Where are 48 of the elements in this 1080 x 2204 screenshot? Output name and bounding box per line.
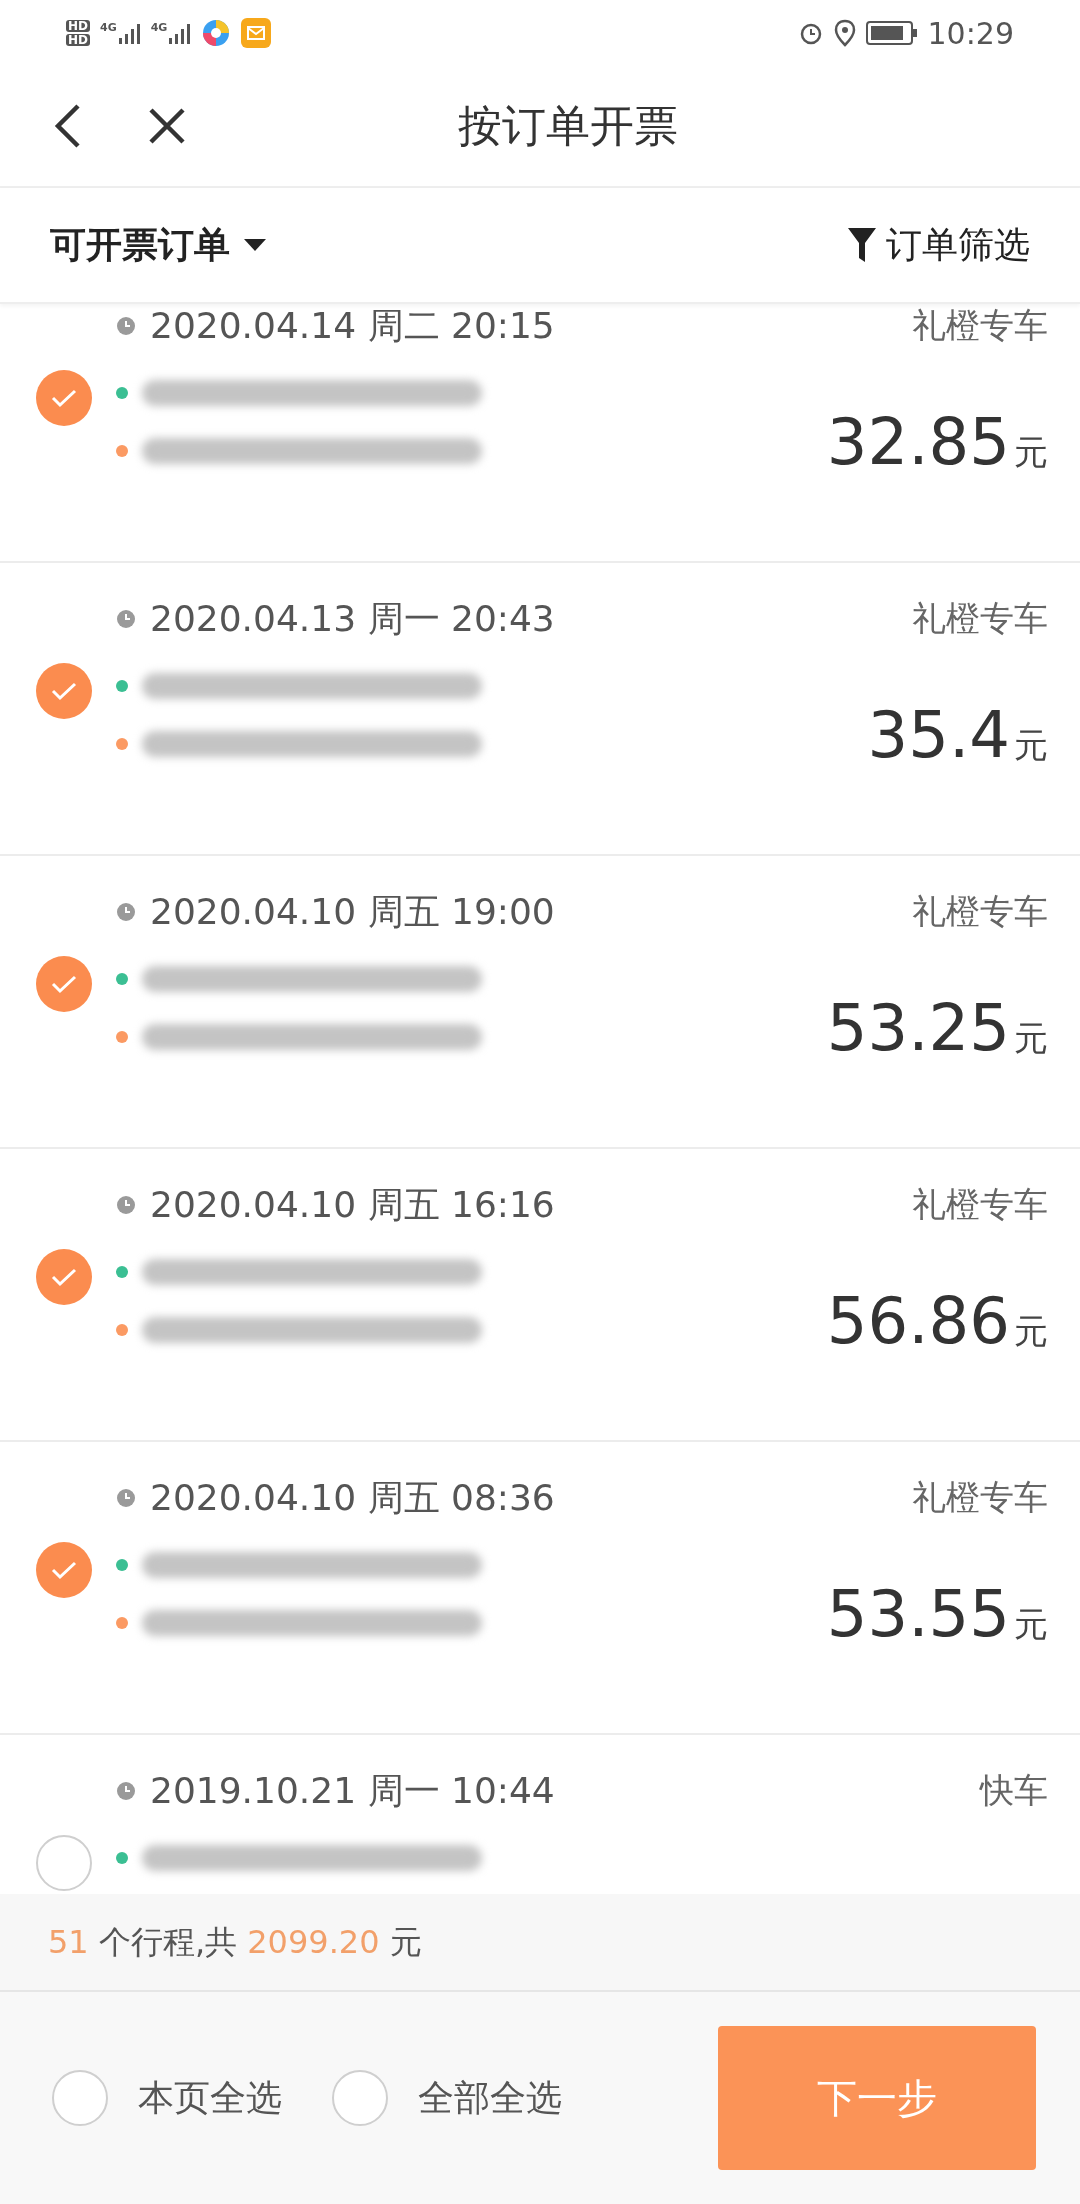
ride-type: 礼橙专车 — [912, 894, 1048, 928]
filter-button[interactable]: 订单筛选 — [848, 218, 1030, 272]
mail-icon — [241, 18, 272, 48]
select-all-label[interactable]: 全部全选 — [418, 2071, 562, 2125]
order-price: 53.55 — [826, 1582, 1010, 1646]
clock-icon — [116, 1781, 136, 1801]
clock-icon — [116, 316, 136, 336]
hd-badge: HD — [66, 20, 90, 32]
ride-type: 礼橙专车 — [912, 1187, 1048, 1221]
ride-type: 礼橙专车 — [912, 601, 1048, 635]
ride-type: 快车 — [980, 1773, 1048, 1807]
signal-icon — [118, 22, 141, 44]
select-all-label[interactable]: 本页全选 — [138, 2071, 282, 2125]
filter-icon — [848, 228, 876, 262]
clock-icon — [116, 609, 136, 629]
currency-unit: 元 — [1014, 1021, 1048, 1055]
currency-unit: 元 — [1014, 1314, 1048, 1348]
ride-type: 礼橙专车 — [912, 1480, 1048, 1514]
order-date: 2020.04.13 周一 20:43 — [150, 601, 555, 637]
currency-unit: 元 — [1014, 728, 1048, 762]
order-price: 35.4 — [867, 703, 1010, 767]
close-button[interactable] — [148, 106, 188, 146]
signal-icon — [169, 22, 192, 44]
clock-icon — [116, 902, 136, 922]
currency-unit: 元 — [1014, 435, 1048, 469]
location-icon — [833, 19, 856, 47]
clock-icon — [116, 1195, 136, 1215]
order-date: 2020.04.10 周五 08:36 — [150, 1480, 555, 1516]
order-date: 2019.10.21 周一 10:44 — [150, 1773, 555, 1809]
page-title: 按订单开票 — [458, 99, 678, 153]
battery-icon — [865, 20, 918, 46]
order-date: 2020.04.10 周五 16:16 — [150, 1187, 555, 1223]
order-date: 2020.04.10 周五 19:00 — [150, 894, 555, 930]
currency-unit: 元 — [1014, 1607, 1048, 1641]
order-price: 53.25 — [826, 996, 1010, 1060]
app-logo-icon — [201, 18, 232, 48]
status-time: 10:29 — [927, 14, 1014, 53]
network-label: 4G — [150, 22, 168, 33]
order-price: 32.85 — [826, 410, 1010, 474]
summary-text: 51 个行程,共 2099.20 元 — [48, 1922, 422, 1963]
clock-icon — [116, 1488, 136, 1508]
order-date: 2020.04.14 周二 20:15 — [150, 308, 555, 344]
ride-type: 礼橙专车 — [912, 308, 1048, 342]
dropdown-caret-icon — [244, 239, 266, 251]
order-type-dropdown[interactable]: 可开票订单 — [50, 218, 266, 272]
hd-badge: HD — [66, 34, 90, 46]
network-label: 4G — [100, 22, 117, 33]
order-price: 56.86 — [826, 1289, 1010, 1353]
